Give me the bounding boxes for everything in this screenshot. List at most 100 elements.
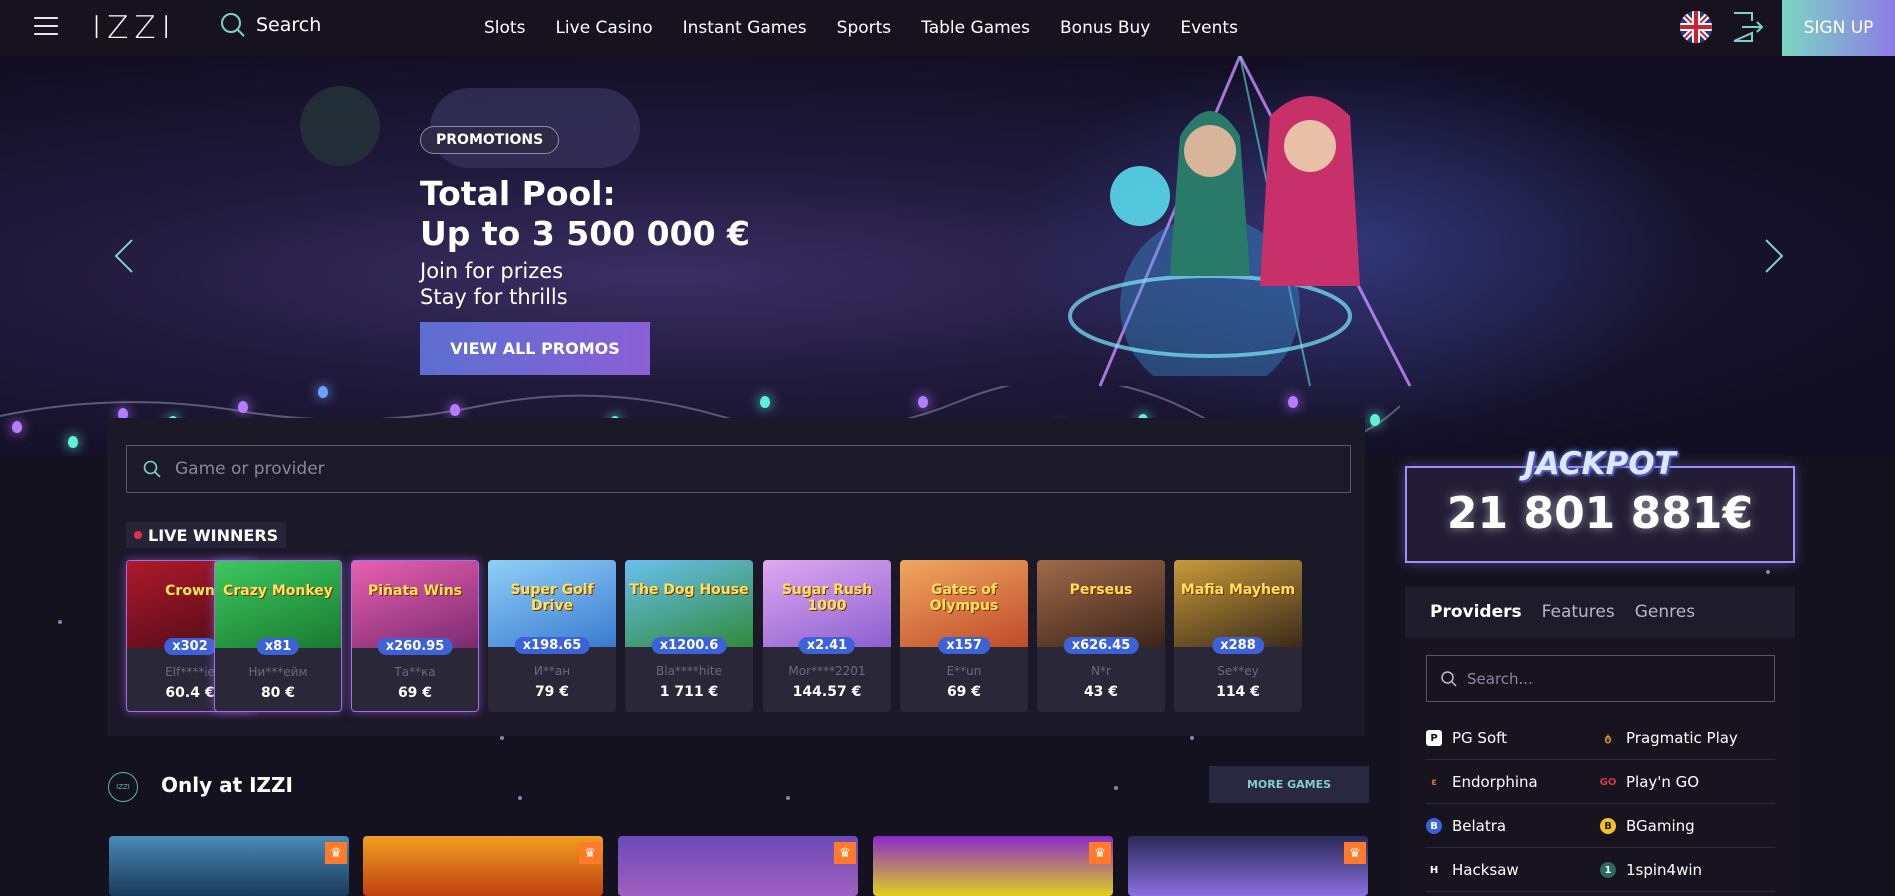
banner-characters-illustration — [1068, 96, 1360, 376]
provider-item-playngo[interactable]: GO Play'n GO — [1600, 760, 1699, 804]
sparkle-decoration — [500, 736, 504, 740]
game-card[interactable]: ♛ — [363, 836, 603, 896]
tab-features[interactable]: Features — [1542, 602, 1615, 622]
providers-tabs: Providers Features Genres — [1430, 602, 1695, 622]
winner-card[interactable]: Piñata Wins x260.95 Та**ка 69 € — [351, 560, 479, 712]
trophy-icon: ♛ — [834, 842, 856, 864]
winner-multiplier: x198.65 — [514, 637, 590, 654]
winner-name: E**un — [946, 664, 982, 678]
light-bulb — [12, 421, 22, 433]
izzi-badge-icon: IZZI — [108, 772, 138, 802]
winner-name: И**ан — [533, 664, 571, 678]
nav-instant-games[interactable]: Instant Games — [683, 18, 807, 38]
trophy-icon: ♛ — [579, 842, 601, 864]
trophy-icon: ♛ — [1089, 842, 1111, 864]
game-title: Super Golf Drive — [510, 582, 594, 614]
light-bulb — [918, 396, 928, 408]
jackpot-value: 21 801 881€ — [1446, 488, 1754, 539]
nav-events[interactable]: Events — [1180, 18, 1238, 38]
banner-decoration-circle — [300, 86, 380, 166]
pragmatic-play-icon: ტ — [1604, 732, 1612, 744]
only-at-izzi-title: Only at IZZI — [161, 773, 294, 797]
winner-multiplier: x2.41 — [798, 637, 856, 654]
hero-title-line2: Up to 3 500 000 € — [420, 214, 750, 253]
game-card[interactable]: ♛ — [1128, 836, 1368, 896]
winner-card[interactable]: Mafia Mayhem x288 Se**ey 114 € — [1174, 560, 1302, 712]
signup-button[interactable]: SIGN UP — [1782, 0, 1895, 56]
hero-subtitle-line1: Join for prizes — [420, 259, 564, 283]
provider-label: Endorphina — [1452, 773, 1538, 791]
hacksaw-icon: H — [1429, 864, 1439, 876]
tab-genres[interactable]: Genres — [1635, 602, 1695, 622]
light-bulb — [68, 436, 78, 448]
sparkle-decoration — [518, 796, 522, 800]
winner-multiplier: x81 — [256, 638, 300, 655]
site-logo[interactable]: IZZI — [92, 10, 177, 46]
winner-card[interactable]: Sugar Rush 1000 x2.41 Mor****2201 144.57… — [763, 560, 891, 712]
page: PROMOTIONS Total Pool: Up to 3 500 000 €… — [0, 0, 1895, 896]
provider-item-pragmatic-play[interactable]: ტ Pragmatic Play — [1600, 716, 1737, 760]
game-title: Crazy Monkey — [223, 583, 333, 599]
provider-label: Play'n GO — [1626, 773, 1700, 791]
view-all-promos-button[interactable]: VIEW ALL PROMOS — [420, 322, 650, 375]
belatra-icon: B — [1426, 818, 1442, 834]
winner-name: N*r — [1091, 664, 1111, 678]
winner-multiplier: x157 — [938, 637, 990, 654]
menu-icon[interactable] — [34, 17, 58, 37]
game-card[interactable]: ♛ — [109, 836, 349, 896]
nav-bonus-buy[interactable]: Bonus Buy — [1060, 18, 1150, 38]
winner-multiplier: x288 — [1212, 637, 1264, 654]
winner-card[interactable]: Gates of Olympus x157 E**un 69 € — [900, 560, 1028, 712]
game-thumbnail: Crazy Monkey — [215, 561, 341, 648]
light-bulb — [238, 401, 248, 413]
provider-item-pg-soft[interactable]: P PG Soft — [1426, 716, 1507, 760]
sparkle-decoration — [1190, 736, 1194, 740]
game-card[interactable]: ♛ — [873, 836, 1113, 896]
carousel-next-arrow-icon[interactable] — [1762, 236, 1786, 276]
language-flag-icon[interactable] — [1680, 11, 1712, 43]
winner-multiplier: x626.45 — [1063, 637, 1139, 654]
promotions-tag: PROMOTIONS — [420, 126, 560, 154]
provider-item-endorphina[interactable]: ɛ Endorphina — [1426, 760, 1538, 804]
more-games-button[interactable]: MORE GAMES — [1209, 766, 1369, 803]
game-search-input[interactable]: Game or provider — [126, 445, 1351, 493]
winner-multiplier: x1200.6 — [651, 637, 727, 654]
winner-name: Se**ey — [1217, 664, 1259, 678]
light-bulb — [450, 404, 460, 416]
game-card[interactable]: ♛ — [618, 836, 858, 896]
login-icon[interactable] — [1730, 11, 1764, 43]
provider-label: 1spin4win — [1626, 861, 1703, 879]
winner-amount: 43 € — [1083, 684, 1119, 700]
winner-name: Та**ка — [394, 665, 436, 679]
provider-item-hacksaw[interactable]: H Hacksaw — [1426, 848, 1519, 892]
nav-sports[interactable]: Sports — [837, 18, 892, 38]
winner-amount: 80 € — [260, 685, 296, 701]
game-thumbnail: Gates of Olympus — [900, 560, 1028, 647]
game-thumbnail: Mafia Mayhem — [1174, 560, 1302, 647]
nav-table-games[interactable]: Table Games — [921, 18, 1030, 38]
winner-card[interactable]: Super Golf Drive x198.65 И**ан 79 € — [488, 560, 616, 712]
provider-item-belatra[interactable]: B Belatra — [1426, 804, 1506, 848]
winner-card[interactable]: Perseus x626.45 N*r 43 € — [1037, 560, 1165, 712]
provider-search-input[interactable]: Search... — [1426, 655, 1775, 702]
tab-providers[interactable]: Providers — [1430, 602, 1522, 622]
game-title: Perseus — [1069, 582, 1133, 598]
winner-amount: 144.57 € — [792, 684, 862, 700]
nav-live-casino[interactable]: Live Casino — [555, 18, 652, 38]
winner-card[interactable]: Crazy Monkey x81 Ни***ейм 80 € — [214, 560, 342, 712]
winner-amount: 69 € — [397, 685, 433, 701]
light-bulb — [318, 386, 328, 398]
winner-amount: 1 711 € — [659, 684, 719, 700]
provider-item-1spin4win[interactable]: 1 1spin4win — [1600, 848, 1702, 892]
game-thumbnail: Sugar Rush 1000 — [763, 560, 891, 647]
provider-item-bgaming[interactable]: B BGaming — [1600, 804, 1695, 848]
winner-card[interactable]: The Dog House x1200.6 Bla****hite 1 711 … — [625, 560, 753, 712]
carousel-prev-arrow-icon[interactable] — [112, 236, 136, 276]
header-search-button[interactable]: Search — [220, 12, 321, 38]
search-icon — [1441, 670, 1457, 687]
live-winners-text: LIVE WINNERS — [148, 525, 279, 545]
playngo-icon: GO — [1599, 776, 1617, 788]
game-title: The Dog House — [629, 582, 749, 598]
nav-slots[interactable]: Slots — [484, 18, 525, 38]
winner-multiplier: x302 — [164, 638, 216, 655]
